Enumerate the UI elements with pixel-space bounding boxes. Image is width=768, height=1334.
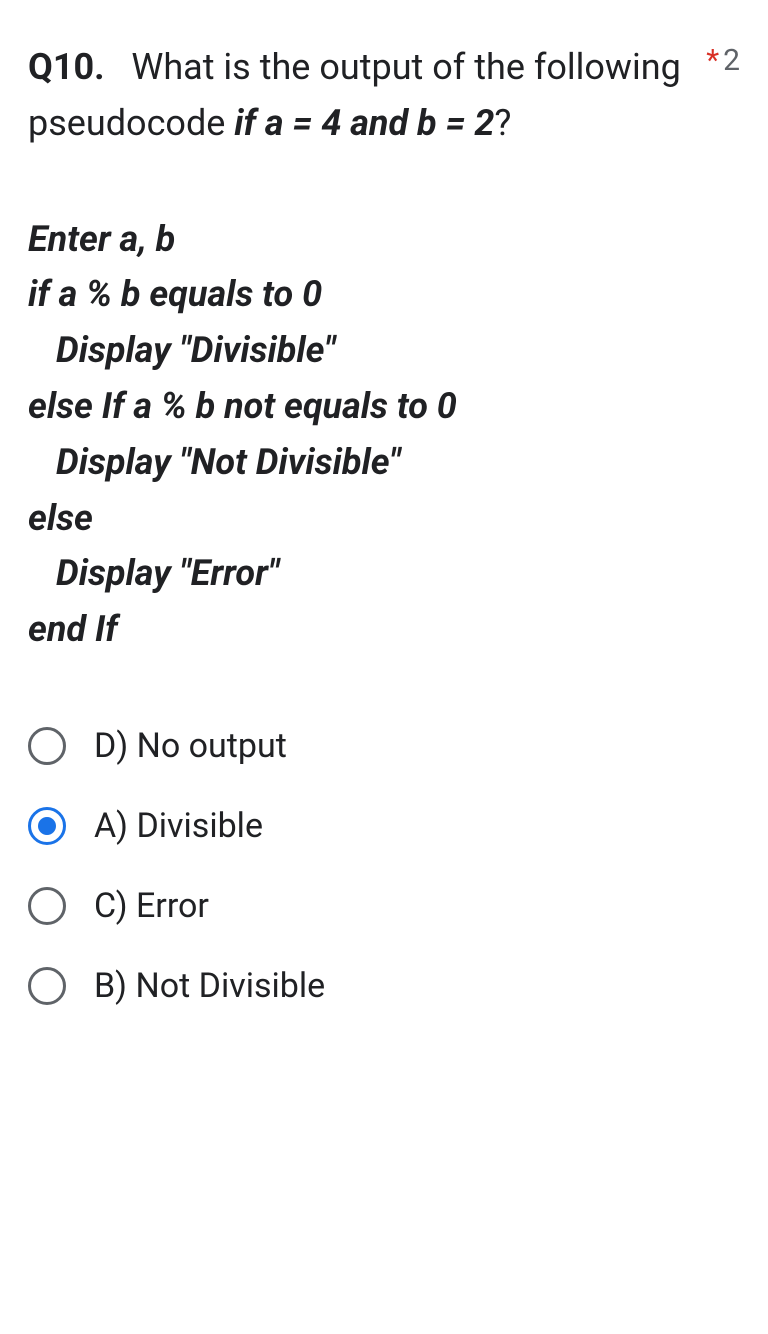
- question-text: Q10. What is the output of the following…: [28, 40, 688, 152]
- option-label: A) Divisible: [94, 806, 263, 846]
- option-label: D) No output: [94, 726, 287, 766]
- option-d[interactable]: D) No output: [28, 706, 740, 786]
- radio-icon: [28, 887, 66, 925]
- radio-icon: [28, 727, 66, 765]
- question-prompt-2: ?: [494, 102, 511, 144]
- code-line: Display "Divisible": [28, 323, 740, 379]
- code-line: Display "Error": [28, 546, 740, 602]
- question-marker: *2: [706, 40, 740, 82]
- question-points: 2: [723, 43, 740, 78]
- code-line: if a % b equals to 0: [28, 267, 740, 323]
- code-line: Enter a, b: [28, 212, 740, 268]
- option-c[interactable]: C) Error: [28, 866, 740, 946]
- code-line: else: [28, 491, 740, 547]
- required-asterisk-icon: *: [706, 43, 719, 78]
- code-line: else If a % b not equals to 0: [28, 379, 740, 435]
- option-b[interactable]: B) Not Divisible: [28, 946, 740, 1026]
- options-group: D) No output A) Divisible C) Error B) No…: [28, 706, 740, 1026]
- option-label: C) Error: [94, 886, 209, 926]
- question-number: Q10.: [28, 46, 105, 88]
- option-a[interactable]: A) Divisible: [28, 786, 740, 866]
- pseudocode-block: Enter a, b if a % b equals to 0 Display …: [28, 212, 740, 658]
- code-line: end If: [28, 602, 740, 658]
- option-label: B) Not Divisible: [94, 966, 325, 1006]
- radio-icon: [28, 807, 66, 845]
- radio-icon: [28, 967, 66, 1005]
- question-prompt-bold: if a = 4 and b = 2: [234, 102, 494, 144]
- question-header: Q10. What is the output of the following…: [28, 40, 740, 152]
- code-line: Display "Not Divisible": [28, 435, 740, 491]
